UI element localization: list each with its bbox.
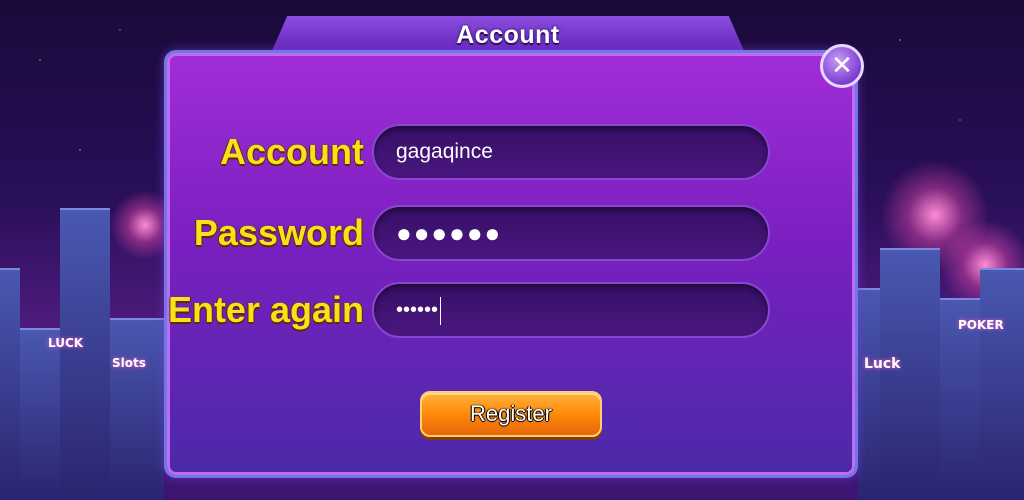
confirm-password-value: •••••• [396,299,439,321]
password-label: Password [193,212,364,253]
text-cursor [440,296,442,325]
account-row: Account gagaqince [0,124,1024,180]
neon-sign: Slots [112,356,146,370]
account-input[interactable]: gagaqince [372,124,770,180]
confirm-password-label: Enter again [167,289,364,330]
password-row: Password ●●●●●● [0,205,1024,261]
account-label: Account [220,131,364,172]
close-icon: ✕ [831,51,853,81]
skyscraper [20,328,60,500]
register-button[interactable]: Register [420,391,602,437]
confirm-password-row: Enter again •••••• [0,282,1024,338]
neon-sign: Luck [864,356,901,372]
close-button[interactable]: ✕ [820,44,864,88]
skyscraper [110,318,164,500]
neon-sign: LUCK [48,336,84,350]
dialog-title: Account [456,20,560,49]
password-input[interactable]: ●●●●●● [372,205,770,261]
confirm-password-input[interactable]: •••••• [372,282,770,338]
